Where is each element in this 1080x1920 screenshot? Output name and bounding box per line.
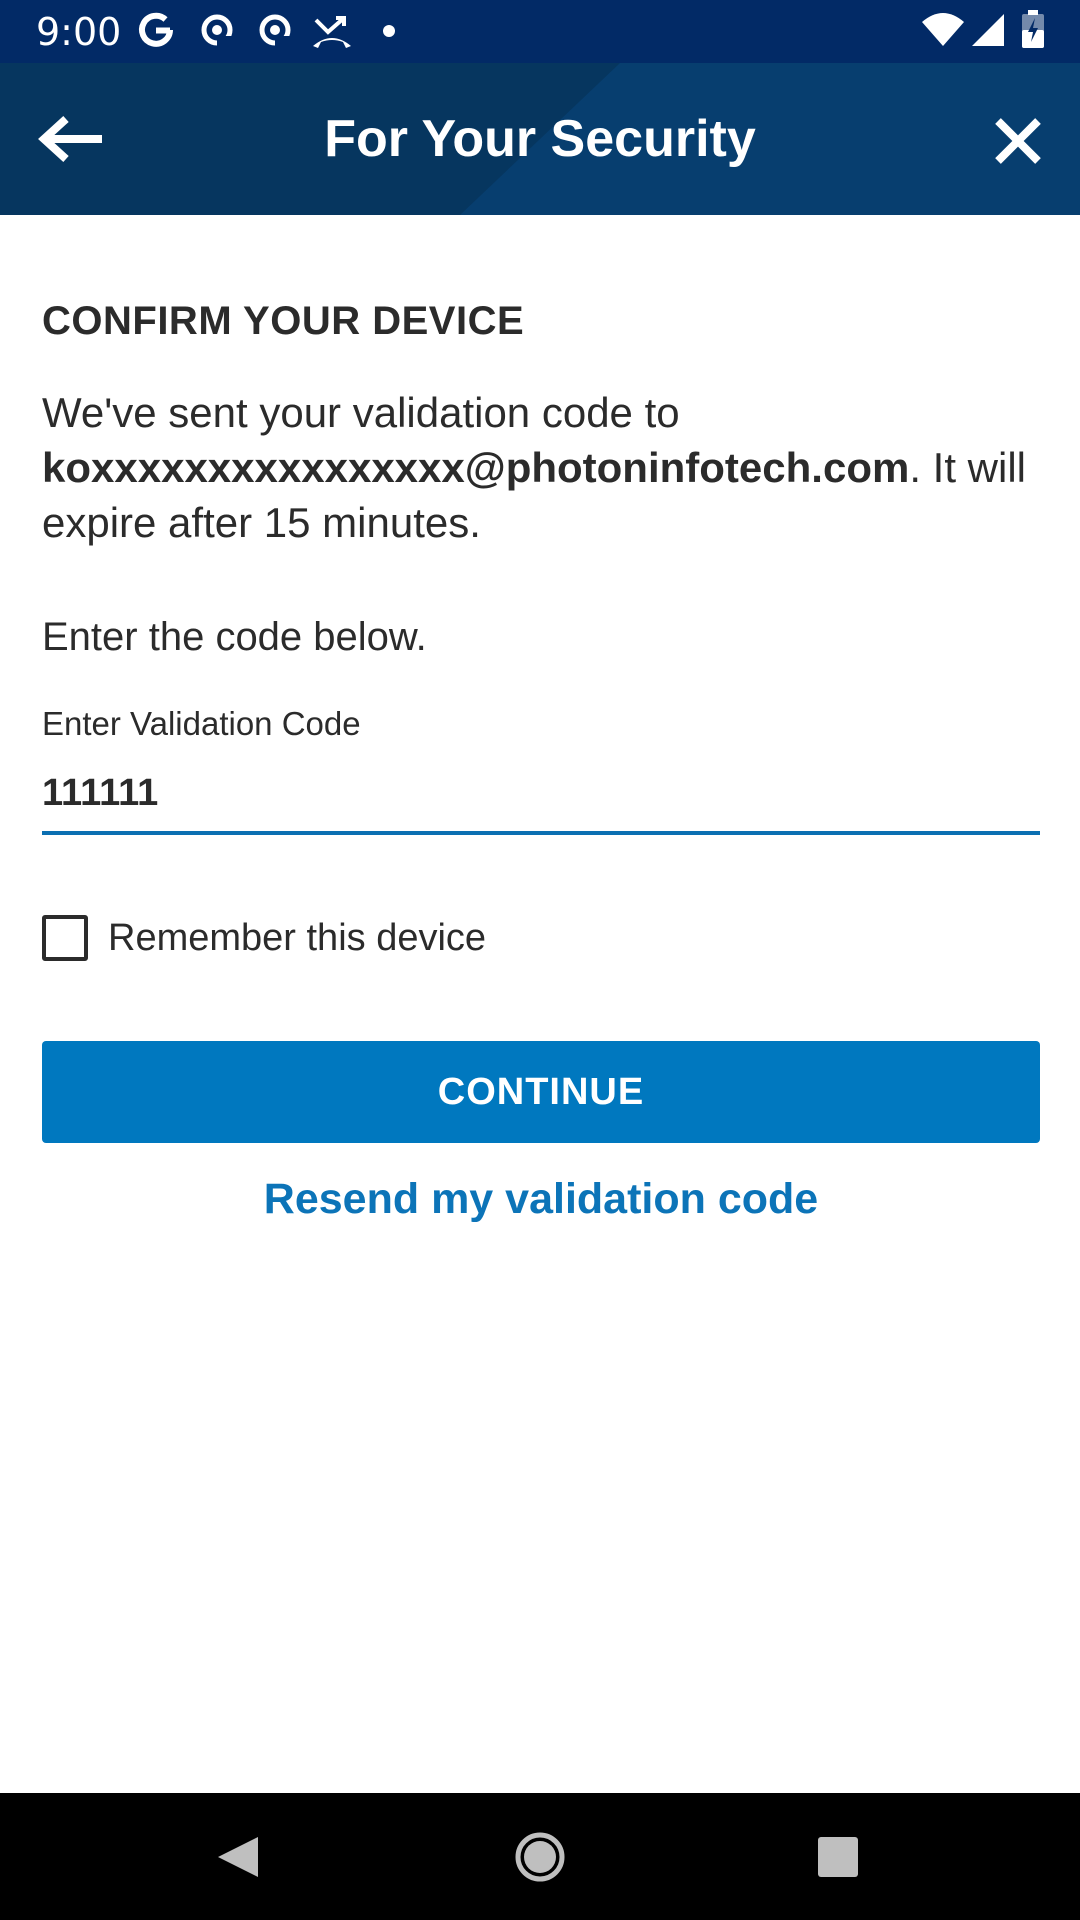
recents-square-icon — [818, 1837, 858, 1877]
signal-icon — [972, 14, 1004, 46]
status-bar: 9:00 — [0, 0, 1080, 63]
remember-device-checkbox[interactable] — [42, 915, 88, 961]
nav-recents-button[interactable] — [798, 1817, 878, 1897]
remember-device-row[interactable]: Remember this device — [42, 910, 486, 966]
navigation-bar — [0, 1793, 1080, 1920]
validation-code-label: Enter Validation Code — [42, 705, 361, 742]
app-bar: For Your Security — [0, 63, 1080, 215]
missed-call-icon — [313, 16, 351, 48]
nav-back-button[interactable] — [198, 1817, 278, 1897]
status-time: 9:00 — [36, 10, 122, 54]
app-bar-background — [0, 63, 620, 215]
back-button[interactable] — [30, 97, 114, 181]
battery-icon — [1022, 10, 1044, 48]
back-triangle-icon — [218, 1837, 258, 1877]
home-circle-icon — [515, 1832, 565, 1882]
section-heading: CONFIRM YOUR DEVICE — [42, 299, 525, 343]
pocketcasts-icon — [201, 14, 234, 50]
validation-code-input[interactable] — [42, 755, 1040, 835]
resend-code-link[interactable]: Resend my validation code — [42, 1175, 1040, 1224]
remember-device-label[interactable]: Remember this device — [108, 917, 486, 960]
message-prefix: We've sent your validation code to — [42, 389, 680, 436]
arrow-left-icon — [38, 116, 102, 162]
wifi-icon — [922, 13, 964, 46]
continue-button[interactable]: CONTINUE — [42, 1041, 1040, 1143]
pocketcasts-icon — [259, 14, 292, 50]
close-icon — [995, 118, 1041, 164]
google-g-icon — [139, 12, 173, 47]
instruction-text: Enter the code below. — [42, 615, 427, 659]
nav-home-button[interactable] — [500, 1817, 580, 1897]
validation-message: We've sent your validation code to koxxx… — [42, 385, 1040, 550]
email-address: koxxxxxxxxxxxxxxxx@photoninfotech.com — [42, 444, 910, 491]
close-button[interactable] — [980, 103, 1056, 179]
notification-dot-icon — [383, 25, 395, 37]
